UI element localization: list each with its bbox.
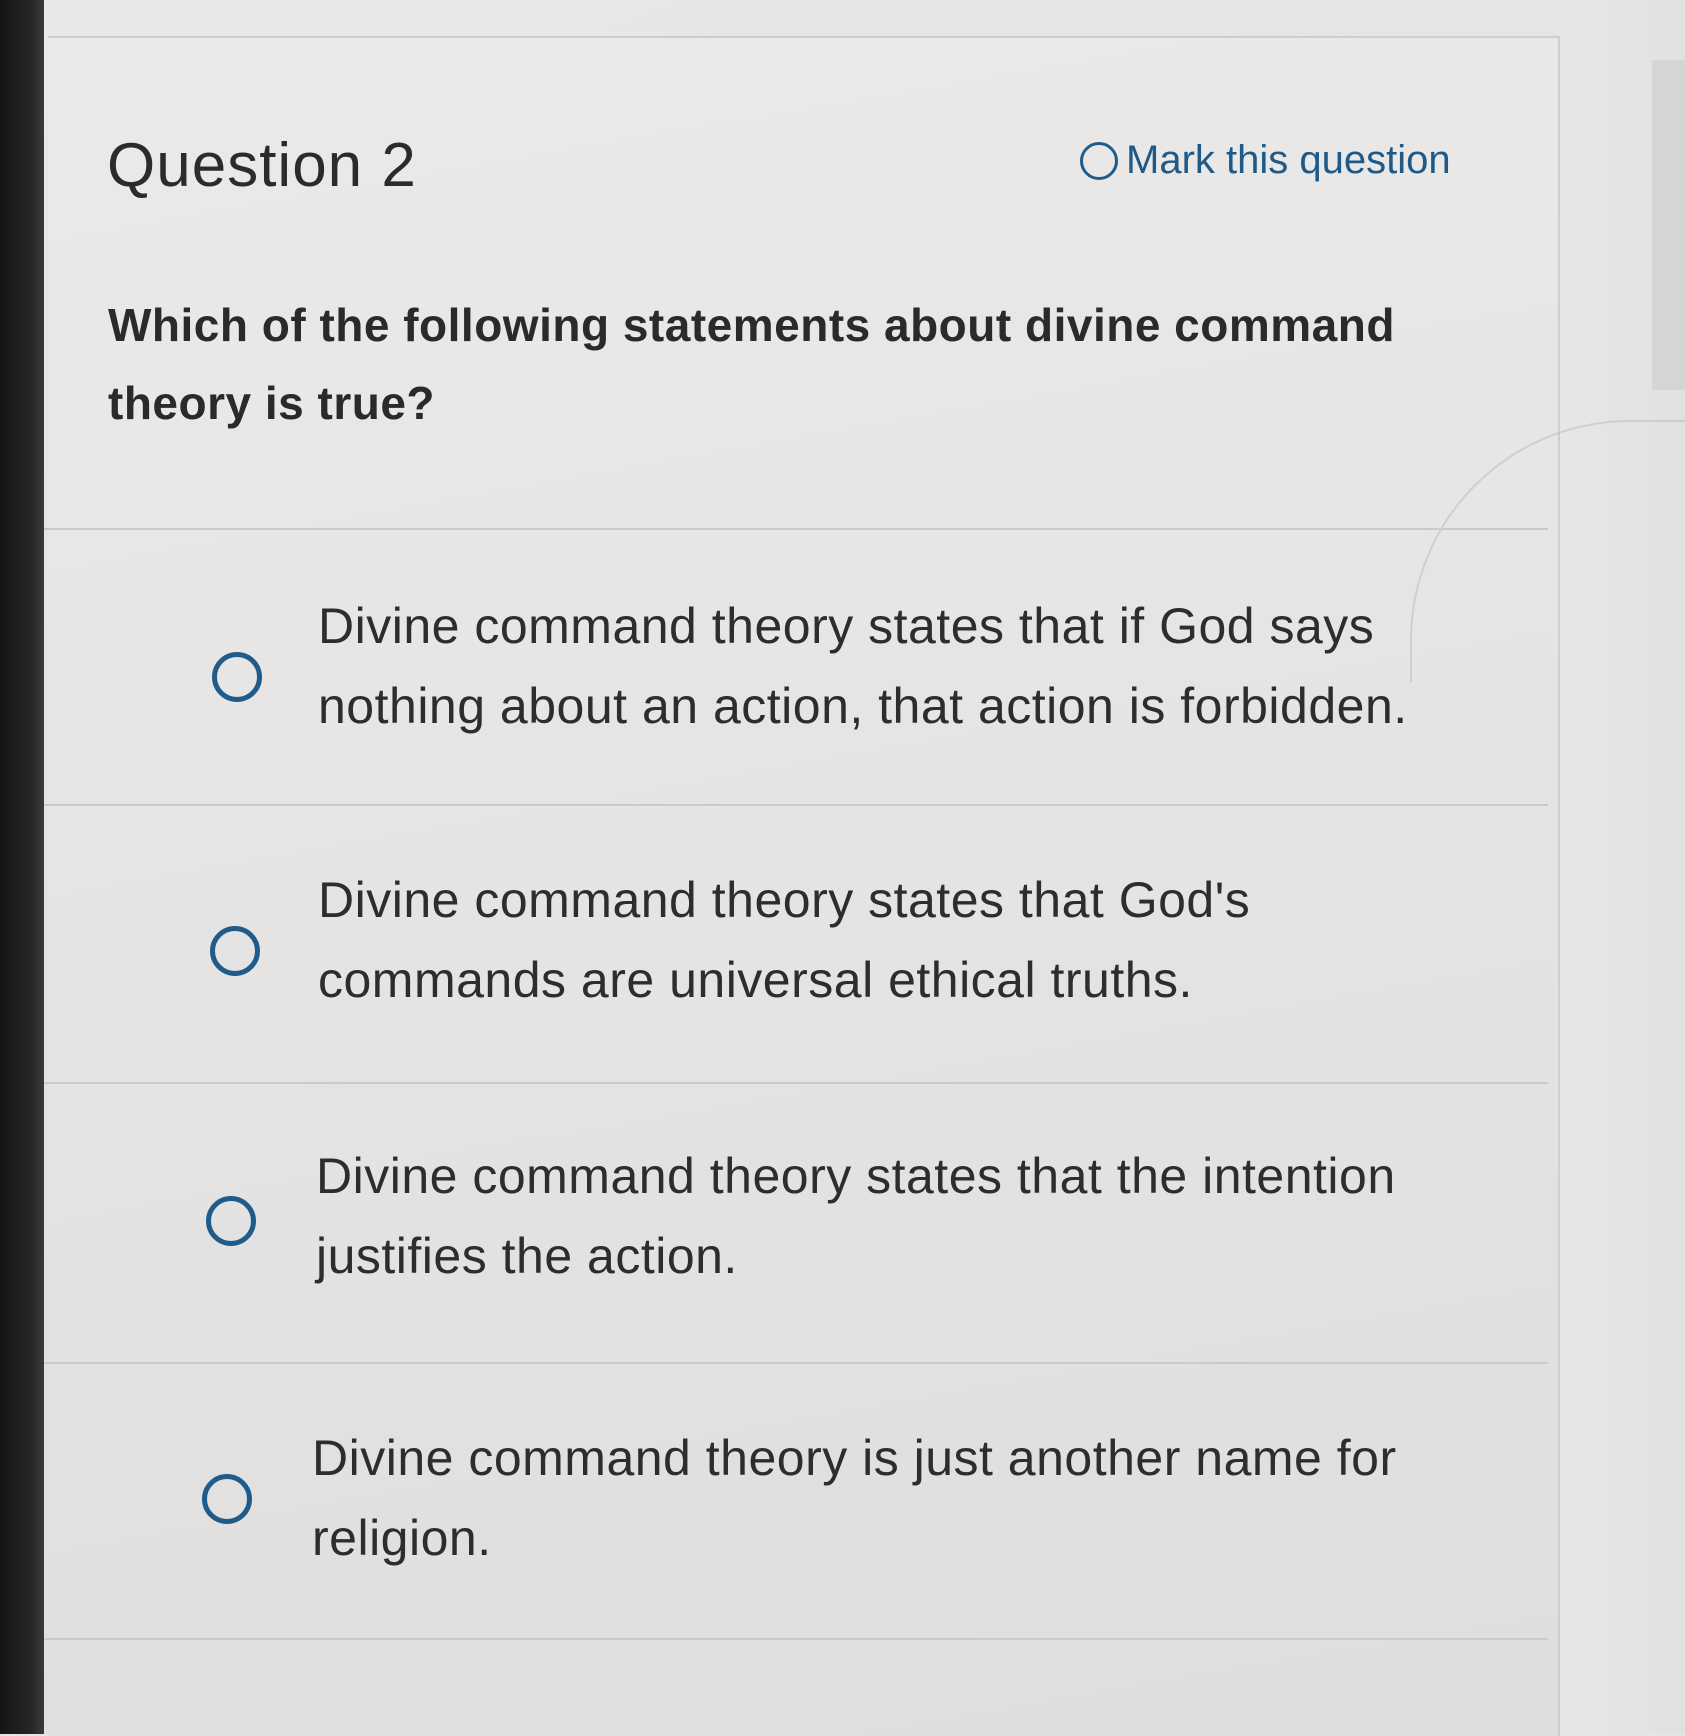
answer-option-label: Divine command theory states that the in… bbox=[316, 1148, 1396, 1284]
radio-icon[interactable] bbox=[202, 1474, 252, 1524]
answer-option-label: Divine command theory states that if God… bbox=[318, 598, 1408, 734]
answer-option-label: Divine command theory states that God's … bbox=[318, 872, 1251, 1008]
screen-bezel bbox=[0, 0, 44, 1734]
mark-question-label: Mark this question bbox=[1126, 138, 1451, 182]
radio-icon[interactable] bbox=[212, 652, 262, 702]
scrollbar-thumb[interactable] bbox=[1652, 60, 1685, 390]
answer-option-3[interactable]: Divine command theory states that the in… bbox=[44, 1084, 1548, 1362]
answer-option-2[interactable]: Divine command theory states that God's … bbox=[44, 806, 1548, 1082]
divider bbox=[44, 1638, 1548, 1640]
answer-option-4[interactable]: Divine command theory is just another na… bbox=[44, 1364, 1548, 1638]
answer-option-1[interactable]: Divine command theory states that if God… bbox=[44, 530, 1548, 804]
radio-icon[interactable] bbox=[210, 926, 260, 976]
radio-icon[interactable] bbox=[206, 1196, 256, 1246]
mark-question-toggle[interactable]: Mark this question bbox=[1080, 138, 1451, 183]
mark-radio-icon[interactable] bbox=[1080, 141, 1118, 180]
question-prompt: Which of the following statements about … bbox=[108, 299, 1395, 429]
question-title: Question 2 bbox=[107, 131, 417, 200]
answer-option-label: Divine command theory is just another na… bbox=[312, 1430, 1397, 1566]
